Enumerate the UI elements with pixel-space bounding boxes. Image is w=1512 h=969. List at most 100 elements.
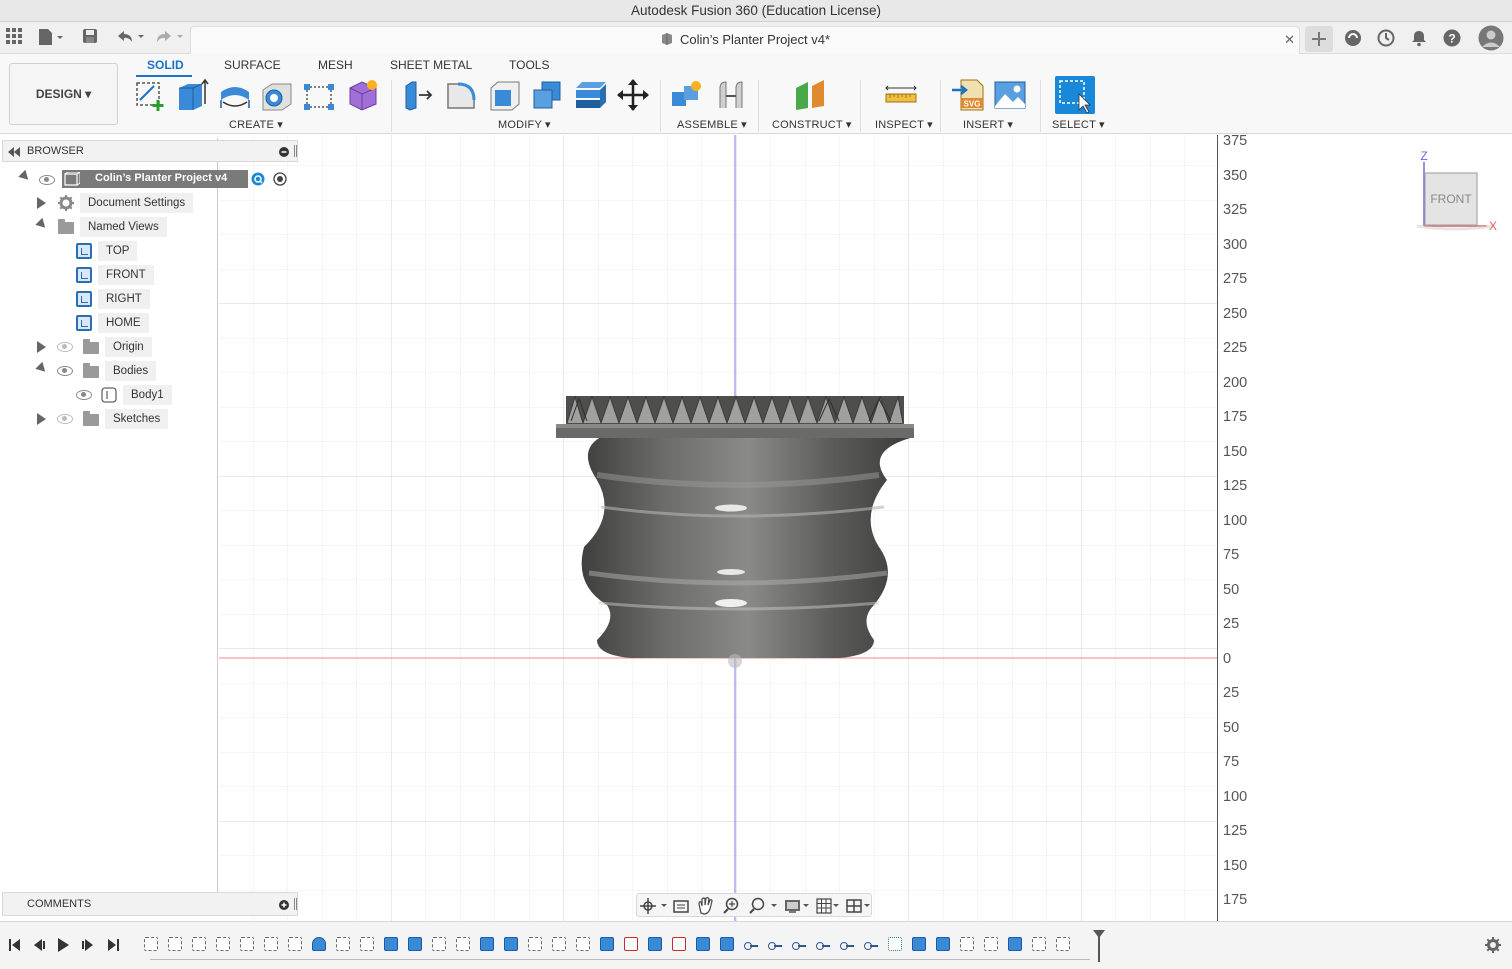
revolve-icon[interactable] (218, 78, 252, 112)
orbit-icon[interactable] (640, 898, 667, 914)
visibility-eye-icon[interactable] (76, 390, 92, 400)
timeline-joint-icon[interactable] (768, 937, 782, 951)
timeline-settings-gear-icon[interactable] (1485, 937, 1501, 958)
hidden-eye-icon[interactable] (57, 414, 73, 424)
timeline-extrude-icon[interactable] (504, 937, 518, 951)
viewports-icon[interactable] (846, 899, 870, 913)
timeline-joint-icon[interactable] (792, 937, 806, 951)
activate-component-icon[interactable] (251, 172, 265, 189)
timeline-sketch-icon[interactable] (552, 937, 566, 951)
modify-menu[interactable]: MODIFY ▾ (498, 118, 551, 131)
construct-menu[interactable]: CONSTRUCT ▾ (772, 118, 852, 131)
timeline-sketch-icon[interactable] (288, 937, 302, 951)
browser-item-sketches[interactable]: Sketches (105, 409, 169, 429)
tab-mesh[interactable]: MESH (318, 58, 353, 72)
save-icon[interactable] (82, 28, 98, 50)
insert-svg-icon[interactable]: SVG (951, 78, 985, 112)
rectangular-pattern-icon[interactable] (302, 78, 336, 112)
insert-menu[interactable]: INSERT ▾ (963, 118, 1013, 131)
timeline-joint-icon[interactable] (816, 937, 830, 951)
timeline-joint-icon[interactable] (744, 937, 758, 951)
timeline-extrude-icon[interactable] (648, 937, 662, 951)
timeline-sketch-icon[interactable] (576, 937, 590, 951)
timeline-joint-icon[interactable] (840, 937, 854, 951)
timeline-extrude-icon[interactable] (936, 937, 950, 951)
timeline-extrude-icon[interactable] (384, 937, 398, 951)
browser-options-icon[interactable] (279, 146, 289, 160)
new-tab-button[interactable] (1305, 26, 1333, 52)
help-icon[interactable]: ? (1443, 29, 1461, 53)
timeline-joint-icon[interactable] (864, 937, 878, 951)
timeline-sketch-icon[interactable] (192, 937, 206, 951)
browser-item-bodies[interactable]: Bodies (105, 361, 157, 381)
hole-icon[interactable] (260, 78, 294, 112)
browser-item-front-view[interactable]: FRONT (98, 265, 154, 285)
viewcube[interactable]: FRONT Z X (1415, 149, 1500, 235)
user-avatar[interactable] (1478, 25, 1504, 57)
step-forward-icon[interactable] (81, 937, 95, 958)
expand-sketches-icon[interactable] (37, 413, 46, 425)
canvas-image-icon[interactable] (993, 78, 1027, 112)
fit-zoom-icon[interactable] (749, 897, 777, 914)
timeline-sketch-icon[interactable] (216, 937, 230, 951)
timeline-extrude-icon[interactable] (696, 937, 710, 951)
timeline-sketch-icon[interactable] (432, 937, 446, 951)
inspect-menu[interactable]: INSPECT ▾ (875, 118, 933, 131)
create-menu[interactable]: CREATE ▾ (229, 118, 283, 131)
document-tab[interactable]: Colin’s Planter Project v4* ✕ (190, 26, 1300, 54)
hidden-eye-icon[interactable] (57, 342, 73, 352)
timeline-extrude-icon[interactable] (912, 937, 926, 951)
create-form-icon[interactable] (346, 78, 380, 112)
timeline-sketch-icon[interactable] (1056, 937, 1070, 951)
go-to-end-icon[interactable] (106, 937, 120, 958)
fillet-icon[interactable] (444, 78, 478, 112)
extrude-icon[interactable] (176, 78, 210, 112)
step-back-icon[interactable] (32, 937, 46, 958)
grid-settings-icon[interactable] (816, 898, 839, 914)
tab-sheet-metal[interactable]: SHEET METAL (390, 58, 472, 72)
timeline-suppressed-icon[interactable] (624, 937, 638, 951)
timeline-sketch-icon[interactable] (144, 937, 158, 951)
browser-item-right-view[interactable]: RIGHT (98, 289, 150, 309)
measure-icon[interactable] (884, 78, 918, 112)
close-tab-button[interactable]: ✕ (1284, 32, 1295, 48)
add-comment-icon[interactable] (279, 899, 289, 913)
offset-plane-icon[interactable] (793, 78, 827, 112)
job-status-icon[interactable] (1377, 29, 1395, 53)
tab-solid[interactable]: SOLID (147, 58, 184, 72)
panel-resize-handle[interactable] (294, 145, 297, 157)
timeline-suppressed-icon[interactable] (672, 937, 686, 951)
timeline-extrude-icon[interactable] (1008, 937, 1022, 951)
comments-panel[interactable]: COMMENTS (2, 892, 298, 916)
timeline-extrude-icon[interactable] (720, 937, 734, 951)
expand-document-settings-icon[interactable] (37, 197, 46, 209)
browser-item-document-settings[interactable]: Document Settings (80, 193, 194, 213)
timeline-sketch-icon[interactable] (1032, 937, 1046, 951)
go-to-start-icon[interactable] (8, 937, 22, 958)
select-tool-button[interactable] (1055, 76, 1095, 114)
display-settings-icon[interactable] (785, 900, 809, 913)
move-copy-icon[interactable] (616, 78, 650, 112)
file-menu-icon[interactable] (38, 28, 64, 52)
browser-item-named-views[interactable]: Named Views (80, 217, 167, 237)
timeline-sketch-icon[interactable] (528, 937, 542, 951)
tab-surface[interactable]: SURFACE (224, 58, 281, 72)
timeline-sketch-icon[interactable] (456, 937, 470, 951)
timeline-extrude-icon[interactable] (408, 937, 422, 951)
timeline-extrude-icon[interactable] (600, 937, 614, 951)
browser-item-top-view[interactable]: TOP (98, 241, 138, 261)
notifications-icon[interactable] (1410, 29, 1428, 53)
pan-icon[interactable] (698, 897, 713, 915)
redo-icon[interactable] (154, 28, 184, 52)
timeline-sketch-icon[interactable] (264, 937, 278, 951)
press-pull-icon[interactable] (402, 78, 436, 112)
look-at-icon[interactable] (673, 900, 689, 913)
radio-target-icon[interactable] (273, 172, 287, 189)
browser-item-body1[interactable]: Body1 (123, 385, 172, 405)
browser-item-home-view[interactable]: HOME (98, 313, 149, 333)
panel-resize-handle[interactable] (294, 898, 297, 910)
create-sketch-icon[interactable] (134, 78, 168, 112)
combine-icon[interactable] (530, 78, 564, 112)
timeline-sketch-icon[interactable] (336, 937, 350, 951)
timeline-extrude-icon[interactable] (480, 937, 494, 951)
